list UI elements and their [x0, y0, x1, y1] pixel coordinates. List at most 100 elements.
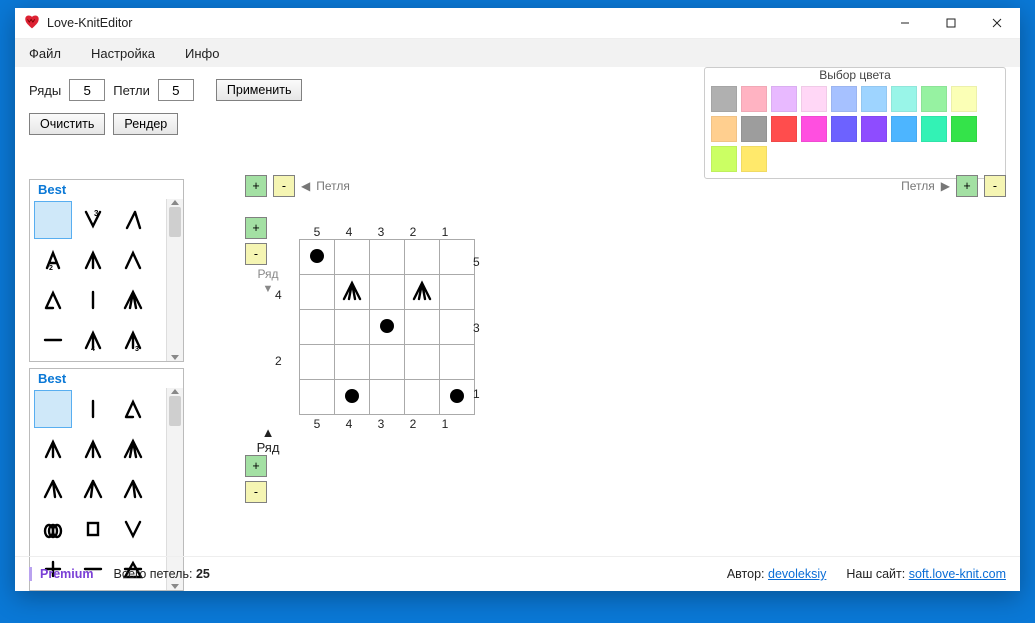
maximize-button[interactable]: [928, 8, 974, 38]
grid-cell[interactable]: [300, 380, 335, 415]
svg-text:2: 2: [49, 265, 53, 272]
symbol-cell[interactable]: [114, 201, 152, 239]
color-swatch[interactable]: [921, 86, 947, 112]
row-number: 2: [275, 344, 282, 377]
color-swatch[interactable]: [741, 116, 767, 142]
symbol-cell[interactable]: [34, 201, 72, 239]
loop-remove-left-button[interactable]: -: [273, 175, 295, 197]
grid-cell[interactable]: [300, 275, 335, 310]
palette-header: Best: [30, 180, 183, 199]
col-number: 2: [397, 417, 429, 431]
row-number: [275, 377, 282, 410]
color-swatch[interactable]: [951, 86, 977, 112]
grid-cell[interactable]: [370, 380, 405, 415]
grid-cell[interactable]: [370, 345, 405, 380]
close-button[interactable]: [974, 8, 1020, 38]
loop-add-right-button[interactable]: +: [956, 175, 978, 197]
color-swatch[interactable]: [711, 116, 737, 142]
render-button[interactable]: Рендер: [113, 113, 178, 135]
symbol-cell[interactable]: [74, 430, 112, 468]
symbol-cell[interactable]: [34, 510, 72, 548]
grid-table[interactable]: [299, 239, 475, 415]
palette-scrollbar[interactable]: [166, 199, 183, 361]
color-swatch[interactable]: [831, 116, 857, 142]
row-number: 3: [467, 311, 480, 344]
apply-button[interactable]: Применить: [216, 79, 303, 101]
symbol-cell[interactable]: [74, 470, 112, 508]
grid-cell[interactable]: [335, 380, 370, 415]
loop-add-left-button[interactable]: +: [245, 175, 267, 197]
titlebar: Love-KnitEditor: [15, 8, 1020, 39]
loop-arrow-left-icon: ◀: [301, 179, 310, 193]
symbol-cell[interactable]: [34, 321, 72, 359]
grid-cell[interactable]: [335, 275, 370, 310]
grid-cell[interactable]: [335, 345, 370, 380]
symbol-cell[interactable]: 3: [114, 321, 152, 359]
symbol-cell[interactable]: [74, 241, 112, 279]
row-remove-bottom-button[interactable]: -: [245, 481, 267, 503]
grid-cell[interactable]: [405, 240, 440, 275]
site-label: Наш сайт: soft.love-knit.com: [846, 567, 1006, 581]
symbol-cell[interactable]: [34, 430, 72, 468]
symbol-cell[interactable]: [74, 510, 112, 548]
menu-settings[interactable]: Настройка: [85, 42, 161, 65]
color-swatch[interactable]: [741, 86, 767, 112]
color-swatch[interactable]: [741, 146, 767, 172]
site-link[interactable]: soft.love-knit.com: [909, 567, 1006, 581]
grid-cell[interactable]: [405, 310, 440, 345]
loops-label: Петли: [113, 83, 150, 98]
menu-file[interactable]: Файл: [23, 42, 67, 65]
symbol-cell[interactable]: 3: [74, 201, 112, 239]
symbol-cell[interactable]: [34, 390, 72, 428]
symbol-cell[interactable]: [114, 510, 152, 548]
color-swatch[interactable]: [801, 86, 827, 112]
menubar: Файл Настройка Инфо: [15, 39, 1020, 67]
symbol-cell[interactable]: [114, 430, 152, 468]
loop-remove-right-button[interactable]: -: [984, 175, 1006, 197]
symbol-cell[interactable]: [74, 390, 112, 428]
grid-cell[interactable]: [405, 345, 440, 380]
symbol-cell[interactable]: [34, 470, 72, 508]
symbol-cell[interactable]: [114, 281, 152, 319]
color-swatch[interactable]: [891, 116, 917, 142]
rows-input[interactable]: [69, 79, 105, 101]
color-swatch[interactable]: [801, 116, 827, 142]
color-swatch[interactable]: [921, 116, 947, 142]
color-swatch[interactable]: [861, 116, 887, 142]
grid-cell[interactable]: [335, 240, 370, 275]
symbol-cell[interactable]: 4: [74, 321, 112, 359]
symbol-cell[interactable]: [114, 241, 152, 279]
grid-cell[interactable]: [335, 310, 370, 345]
author-link[interactable]: devoleksiy: [768, 567, 826, 581]
color-swatch[interactable]: [711, 86, 737, 112]
color-swatch[interactable]: [711, 146, 737, 172]
color-swatch[interactable]: [951, 116, 977, 142]
grid-cell[interactable]: [370, 310, 405, 345]
grid-cell[interactable]: [300, 310, 335, 345]
color-swatch[interactable]: [831, 86, 857, 112]
symbol-cell[interactable]: [114, 390, 152, 428]
grid-cell[interactable]: [370, 275, 405, 310]
color-swatch[interactable]: [771, 86, 797, 112]
col-number: 5: [301, 417, 333, 431]
menu-info[interactable]: Инфо: [179, 42, 225, 65]
color-swatch[interactable]: [771, 116, 797, 142]
grid-cell[interactable]: [300, 240, 335, 275]
minimize-button[interactable]: [882, 8, 928, 38]
row-number: [467, 344, 480, 377]
symbol-cell[interactable]: [34, 281, 72, 319]
color-picker: Выбор цвета: [704, 67, 1006, 179]
grid-cell[interactable]: [370, 240, 405, 275]
symbol-cell[interactable]: [114, 470, 152, 508]
color-swatch[interactable]: [861, 86, 887, 112]
symbol-palettes: Best 3243 Best: [29, 179, 184, 597]
grid-cell[interactable]: [405, 275, 440, 310]
grid-cell[interactable]: [405, 380, 440, 415]
symbol-cell[interactable]: 2: [34, 241, 72, 279]
loops-input[interactable]: [158, 79, 194, 101]
symbol-cell[interactable]: [74, 281, 112, 319]
row-add-bottom-button[interactable]: +: [245, 455, 267, 477]
clear-button[interactable]: Очистить: [29, 113, 105, 135]
color-swatch[interactable]: [891, 86, 917, 112]
grid-cell[interactable]: [300, 345, 335, 380]
